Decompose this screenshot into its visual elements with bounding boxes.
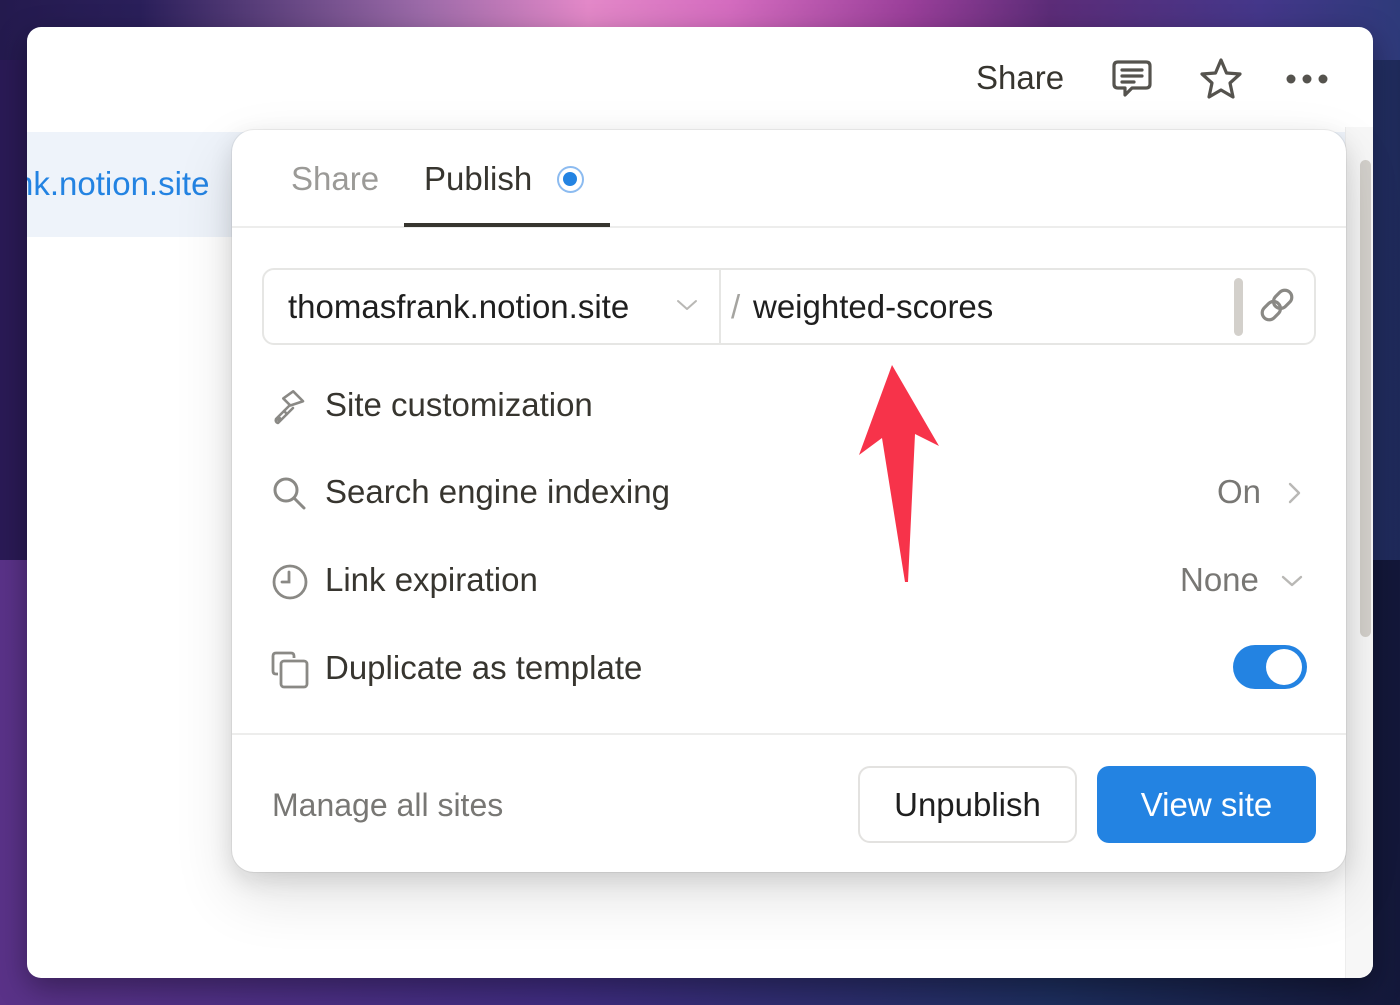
domain-select[interactable]: thomasfrank.notion.site xyxy=(264,270,721,343)
footer-divider xyxy=(232,733,1346,735)
published-indicator-icon xyxy=(557,166,584,193)
link-expiration-value: None xyxy=(1180,561,1259,598)
link-expiration-label: Link expiration xyxy=(325,561,538,598)
unpublish-button[interactable]: Unpublish xyxy=(858,766,1077,843)
duplicate-template-toggle[interactable] xyxy=(1233,645,1307,689)
link-expiration-row[interactable]: Link expiration None xyxy=(262,549,1316,613)
url-separator: / xyxy=(731,288,741,325)
slug-value: weighted-scores xyxy=(753,288,994,325)
tab-share[interactable]: Share xyxy=(291,160,379,198)
manage-all-sites-link[interactable]: Manage all sites xyxy=(272,787,503,824)
duplicate-template-row: Duplicate as template xyxy=(262,637,1316,701)
tab-publish[interactable]: Publish xyxy=(424,160,532,198)
duplicate-icon xyxy=(270,650,310,690)
popover-tabs: Share Publish xyxy=(232,130,1346,228)
site-customization-label: Site customization xyxy=(325,386,593,423)
page-site-link[interactable]: nk.notion.site xyxy=(27,165,209,203)
search-indexing-label: Search engine indexing xyxy=(325,473,670,510)
more-icon[interactable] xyxy=(1283,55,1331,103)
annotation-arrow-icon xyxy=(859,365,939,582)
comment-icon[interactable] xyxy=(1108,55,1156,103)
share-publish-popover: Share Publish thomasfrank.notion.site / … xyxy=(232,130,1346,872)
view-site-button[interactable]: View site xyxy=(1097,766,1316,843)
search-indexing-row[interactable]: Search engine indexing On xyxy=(262,461,1316,525)
search-icon xyxy=(270,474,310,514)
site-customization-row[interactable]: Site customization xyxy=(262,374,1316,438)
chevron-down-icon xyxy=(677,300,697,310)
scrollbar-thumb[interactable] xyxy=(1360,160,1371,637)
search-indexing-value: On xyxy=(1217,473,1262,510)
field-scroll-indicator xyxy=(1234,278,1243,336)
link-icon[interactable] xyxy=(1254,282,1300,328)
slug-input[interactable]: / weighted-scores xyxy=(731,270,1231,343)
star-icon[interactable] xyxy=(1197,55,1245,103)
domain-value: thomasfrank.notion.site xyxy=(288,288,630,325)
top-share-button[interactable]: Share xyxy=(976,59,1064,97)
chevron-right-icon xyxy=(1288,482,1301,504)
duplicate-template-label: Duplicate as template xyxy=(325,649,643,686)
site-url-field: thomasfrank.notion.site / weighted-score… xyxy=(262,268,1316,345)
chevron-down-icon xyxy=(1281,575,1303,587)
toggle-knob xyxy=(1266,649,1302,685)
paintbrush-icon xyxy=(270,387,310,427)
top-bar: Share xyxy=(27,27,1373,127)
active-tab-underline xyxy=(404,223,610,227)
clock-icon xyxy=(270,562,310,602)
